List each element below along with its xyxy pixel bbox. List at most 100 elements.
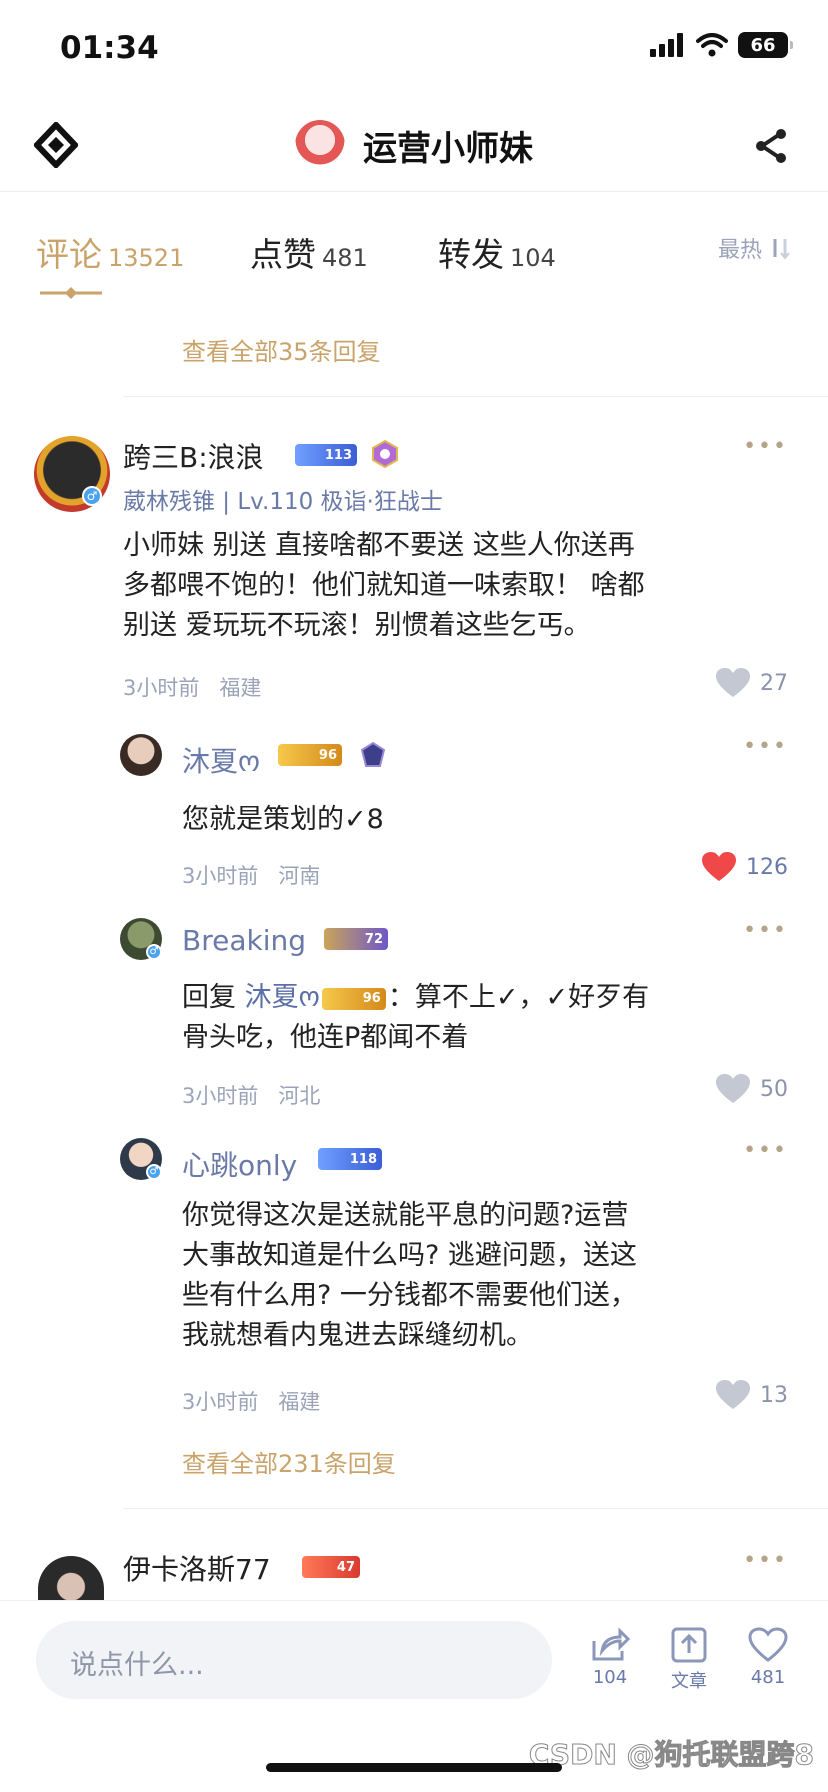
reply-location: 河南 [278, 864, 321, 888]
upload-icon [671, 1627, 707, 1663]
reply-username[interactable]: 沐夏ო [182, 740, 260, 780]
tab-label: 转发 [438, 235, 504, 274]
comment-username[interactable]: 伊卡洛斯77 [123, 1548, 271, 1588]
avatar[interactable] [38, 1556, 104, 1600]
like-count: 50 [760, 1076, 788, 1102]
like-count: 13 [760, 1382, 788, 1408]
like-count: 27 [760, 670, 788, 696]
author-avatar[interactable] [295, 120, 345, 170]
bottom-action-bar: 说点什么... 104 文章 481 CSDN @狗托联盟跨8 [0, 1600, 828, 1792]
comment-tabs: 评论 13521 点赞 481 转发 104 最热 [0, 192, 828, 302]
more-options-icon[interactable]: ••• [743, 1138, 788, 1163]
like-button[interactable]: 27 [716, 668, 788, 698]
level-badge: 118 [318, 1148, 382, 1170]
more-options-icon[interactable]: ••• [743, 1548, 788, 1573]
tab-likes[interactable]: 点赞 481 [250, 228, 368, 276]
avatar[interactable] [120, 734, 162, 776]
like-post-count: 481 [750, 1667, 786, 1688]
level-badge-value: 72 [364, 931, 383, 947]
more-options-icon[interactable]: ••• [743, 734, 788, 759]
comment-text: 小师妹 别送 直接啥都不要送 这些人你送再 多都喂不饱的！他们就知道一味索取！ … [123, 526, 645, 646]
like-button[interactable]: 50 [716, 1074, 788, 1104]
level-badge-value: 96 [318, 747, 337, 763]
repost-button[interactable]: 104 [580, 1627, 640, 1688]
nav-bar: 运营小师妹 [0, 100, 828, 192]
level-badge: 96 [278, 744, 342, 766]
reply-text: 回复 沐夏ო 96 ：算不上✓，✓好歹有 骨头吃，他连P都闻不着 [182, 978, 742, 1058]
like-button[interactable]: 126 [702, 852, 788, 882]
tab-reposts[interactable]: 转发 104 [438, 228, 556, 276]
reply-meta: 3小时前 福建 [182, 1386, 320, 1416]
view-all-replies-link[interactable]: 查看全部231条回复 [182, 1444, 396, 1479]
reply-text: 您就是策划的✓8 [182, 800, 384, 840]
reply-text-line: 回复 沐夏ო 96 ：算不上✓，✓好歹有 [182, 978, 742, 1018]
tab-label: 评论 [36, 235, 102, 274]
rank-crest-icon [372, 439, 398, 469]
reply-meta: 3小时前 河北 [182, 1080, 320, 1110]
reply-location: 福建 [278, 1390, 321, 1414]
level-badge: 113 [295, 444, 357, 466]
reply-text-line: 骨头吃，他连P都闻不着 [182, 1022, 469, 1053]
comment-text-line: 小师妹 别送 直接啥都不要送 这些人你送再 [123, 530, 635, 561]
status-time: 01:34 [60, 30, 159, 66]
tab-count: 13521 [108, 244, 185, 272]
comment-username[interactable]: 跨三B:浪浪 [123, 436, 264, 476]
comment-meta: 3小时前 福建 [123, 672, 261, 702]
wifi-icon [696, 33, 728, 57]
reply-meta: 3小时前 河南 [182, 860, 320, 890]
level-badge: 47 [302, 1556, 360, 1578]
reply-time: 3小时前 [182, 1390, 259, 1414]
status-bar: 01:34 66 [0, 0, 828, 100]
level-badge-value: 118 [349, 1151, 377, 1167]
status-icons: 66 [650, 32, 793, 58]
rank-crest-icon [360, 741, 386, 767]
repost-count: 104 [592, 1667, 628, 1688]
battery-indicator: 66 [738, 32, 793, 58]
sort-label: 最热 [717, 238, 762, 263]
divider [123, 396, 828, 397]
level-badge-value: 96 [362, 990, 381, 1006]
reply-username[interactable]: 心跳only [182, 1144, 297, 1184]
reply-text-line: 大事故知道是什么吗? 逃避问题，送这 [182, 1240, 637, 1271]
reply-time: 3小时前 [182, 1084, 259, 1108]
like-post-button[interactable]: 481 [738, 1627, 798, 1688]
repost-icon [592, 1627, 630, 1661]
tab-comments[interactable]: 评论 13521 [36, 228, 184, 276]
page-title: 运营小师妹 [363, 128, 533, 169]
reply-text-after: ：算不上✓，✓好歹有 [387, 982, 650, 1013]
gender-male-icon: ♂ [146, 944, 162, 960]
like-button[interactable]: 13 [716, 1380, 788, 1410]
reply-username[interactable]: Breaking [182, 924, 306, 957]
signal-icon [650, 33, 683, 57]
level-badge: 72 [324, 928, 388, 950]
sort-icon [773, 239, 790, 260]
comment-input[interactable]: 说点什么... [36, 1621, 552, 1699]
active-tab-indicator [40, 287, 102, 299]
view-all-replies-link[interactable]: 查看全部35条回复 [182, 332, 381, 367]
watermark: CSDN @狗托联盟跨8 [528, 1738, 814, 1772]
more-options-icon[interactable]: ••• [743, 434, 788, 459]
mention-username[interactable]: 沐夏ო [245, 982, 320, 1013]
like-count: 126 [746, 854, 788, 880]
reply-text: 你觉得这次是送就能平息的问题?运营 大事故知道是什么吗? 逃避问题，送这 些有什… [182, 1196, 637, 1356]
share-icon[interactable] [752, 126, 792, 166]
heart-icon [716, 668, 750, 697]
gender-male-icon: ♂ [146, 1164, 162, 1180]
reply-location: 河北 [278, 1084, 321, 1108]
article-share-button[interactable]: 文章 [659, 1627, 719, 1693]
more-options-icon[interactable]: ••• [743, 918, 788, 943]
reply-text-line: 些有什么用? 一分钱都不需要他们送， [182, 1280, 637, 1311]
comment-location: 福建 [219, 676, 262, 700]
heart-icon [716, 1380, 750, 1409]
article-label: 文章 [671, 1671, 707, 1692]
sort-button[interactable]: 最热 [718, 232, 792, 264]
gender-male-icon: ♂ [82, 486, 102, 506]
tab-count: 481 [322, 244, 368, 272]
user-info: 葳林残锥 | Lv.110 极诣·狂战士 [123, 489, 443, 515]
nav-title-group: 运营小师妹 [0, 120, 828, 170]
tab-label: 点赞 [250, 235, 316, 274]
level-badge-value: 47 [336, 1559, 355, 1575]
reply-text-line: 您就是策划的✓8 [182, 804, 384, 835]
reply-text-line: 我就想看内鬼进去踩缝纫机。 [182, 1320, 533, 1351]
home-indicator[interactable] [266, 1763, 562, 1772]
